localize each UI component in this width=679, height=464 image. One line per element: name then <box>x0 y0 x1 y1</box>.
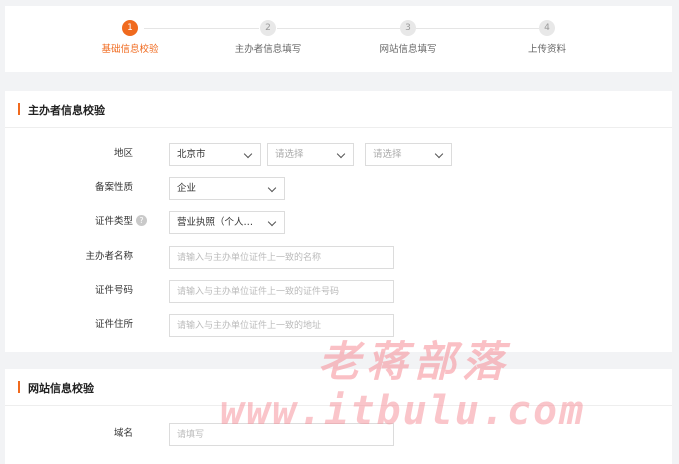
step-number-badge: 4 <box>539 20 555 36</box>
cert-number-label: 证件号码 <box>94 285 133 296</box>
cert-number-input[interactable] <box>169 280 394 303</box>
section-header: 主办者信息校验 <box>5 91 672 128</box>
section-title: 主办者信息校验 <box>28 104 105 117</box>
cert-type-label-row: 证件类型? <box>47 211 147 233</box>
step-3: 3 网站信息填写 <box>348 20 468 55</box>
cert-type-select[interactable]: 营业执照（个人或企业） <box>169 211 285 234</box>
filing-nature-select[interactable]: 企业 <box>169 177 285 200</box>
owner-name-input[interactable] <box>169 246 394 269</box>
step-label: 基础信息校验 <box>101 44 159 55</box>
city-select[interactable]: 请选择 <box>267 143 354 166</box>
district-select[interactable]: 请选择 <box>365 143 452 166</box>
cert-type-label: 证件类型 <box>94 216 133 227</box>
step-label: 网站信息填写 <box>379 44 437 55</box>
owner-name-label: 主办者名称 <box>85 251 133 262</box>
section-accent-bar <box>18 381 20 393</box>
cert-address-label: 证件住所 <box>94 319 133 330</box>
region-label: 地区 <box>113 148 133 159</box>
watermark-text-url: www.itbulu.com <box>220 388 586 434</box>
owner-info-section: 主办者信息校验 地区 北京市 请选择 请选择 备案性质 企业 证件类型? 营业执… <box>5 91 672 352</box>
steps-card: 1 基础信息校验 2 主办者信息填写 3 网站信息填写 4 上传资料 <box>5 6 672 72</box>
step-4: 4 上传资料 <box>487 20 607 55</box>
domain-label: 域名 <box>113 428 133 439</box>
section-accent-bar <box>18 103 20 115</box>
nature-label: 备案性质 <box>94 182 133 193</box>
watermark-text-cn: 老蒋部落 <box>318 337 511 386</box>
step-number-badge: 1 <box>122 20 138 36</box>
step-label: 主办者信息填写 <box>234 44 302 55</box>
province-select[interactable]: 北京市 <box>169 143 261 166</box>
section-title: 网站信息校验 <box>28 382 94 395</box>
step-label: 上传资料 <box>527 44 566 55</box>
help-icon[interactable]: ? <box>136 215 147 226</box>
step-number-badge: 2 <box>260 20 276 36</box>
step-number-badge: 3 <box>400 20 416 36</box>
step-2: 2 主办者信息填写 <box>208 20 328 55</box>
step-1: 1 基础信息校验 <box>70 20 190 55</box>
